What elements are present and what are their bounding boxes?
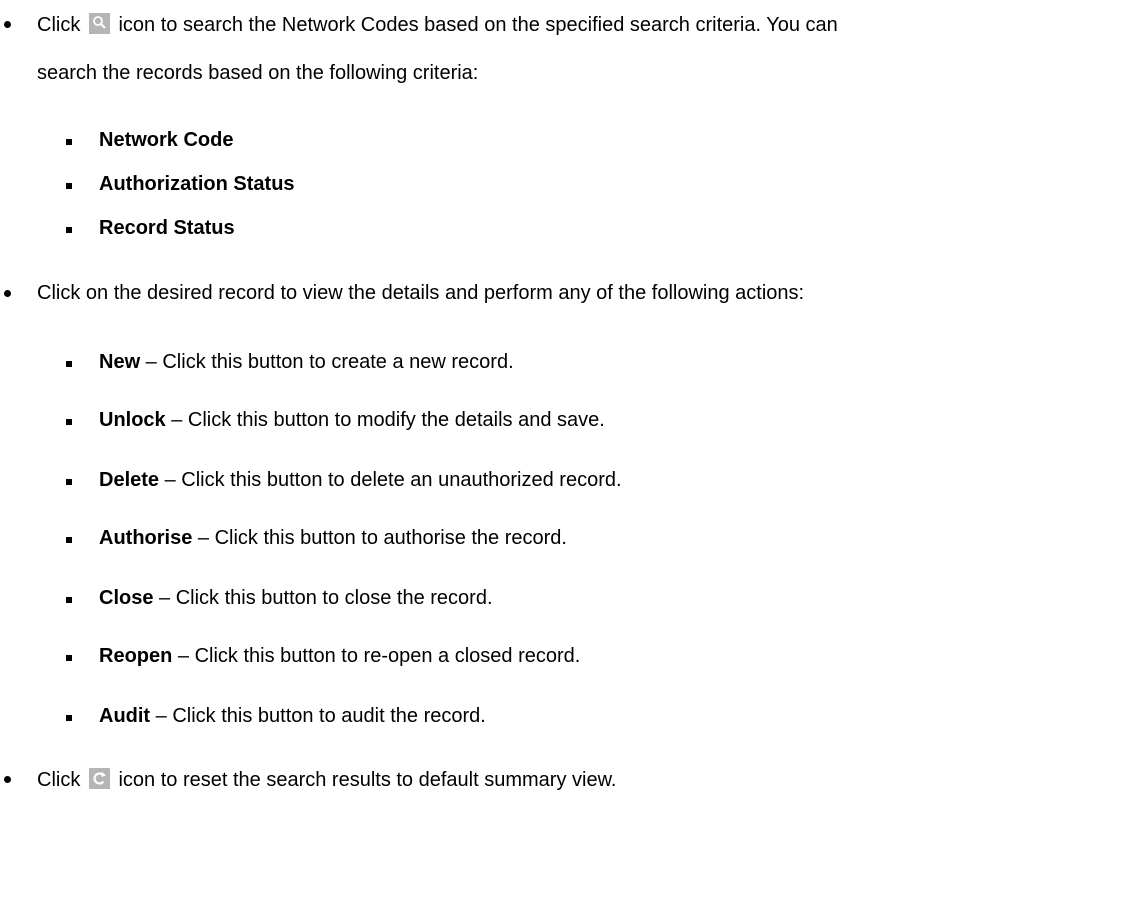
square-bullet (66, 419, 72, 425)
action-name: New (99, 351, 141, 373)
reset-line: Click icon to reset the search results t… (37, 768, 616, 792)
action-name: Audit (99, 705, 151, 727)
action-desc: – Click this button to create a new reco… (140, 351, 514, 373)
square-bullet (66, 655, 72, 661)
search-line-1: Click icon to search the Network Codes b… (37, 13, 838, 37)
action-audit: Audit – Click this button to audit the r… (99, 705, 486, 728)
action-name: Authorise (99, 527, 193, 549)
action-delete: Delete – Click this button to delete an … (99, 469, 622, 492)
action-desc: – Click this button to re-open a closed … (172, 645, 581, 667)
action-desc: – Click this button to delete an unautho… (159, 469, 622, 491)
criteria-network-code: Network Code (99, 129, 234, 151)
action-name: Reopen (99, 645, 173, 667)
action-desc: – Click this button to modify the detail… (165, 409, 605, 431)
action-reopen: Reopen – Click this button to re-open a … (99, 645, 580, 668)
search-description: icon to search the Network Codes based o… (118, 14, 838, 36)
reset-description: icon to reset the search results to defa… (118, 769, 617, 791)
click-prefix: Click (37, 14, 81, 36)
action-desc: – Click this button to authorise the rec… (192, 527, 567, 549)
reset-icon[interactable] (88, 768, 110, 789)
criteria-record-status: Record Status (99, 217, 235, 239)
criteria-authorization-status: Authorization Status (99, 173, 295, 195)
square-bullet (66, 183, 72, 189)
square-bullet (66, 227, 72, 233)
square-bullet (66, 715, 72, 721)
bullet-dot (4, 290, 11, 297)
action-desc: – Click this button to audit the record. (150, 705, 486, 727)
bullet-dot (4, 21, 11, 28)
square-bullet (66, 361, 72, 367)
action-authorise: Authorise – Click this button to authori… (99, 527, 567, 550)
action-desc: – Click this button to close the record. (153, 587, 493, 609)
square-bullet (66, 537, 72, 543)
bullet-dot (4, 776, 11, 783)
square-bullet (66, 597, 72, 603)
search-description-cont: search the records based on the followin… (37, 62, 479, 84)
square-bullet (66, 479, 72, 485)
action-unlock: Unlock – Click this button to modify the… (99, 409, 605, 432)
action-close: Close – Click this button to close the r… (99, 587, 493, 610)
click-prefix: Click (37, 769, 81, 791)
action-new: New – Click this button to create a new … (99, 351, 514, 374)
action-name: Close (99, 587, 154, 609)
action-name: Unlock (99, 409, 166, 431)
search-icon[interactable] (88, 13, 110, 34)
action-name: Delete (99, 469, 160, 491)
square-bullet (66, 139, 72, 145)
record-click-description: Click on the desired record to view the … (37, 282, 805, 304)
